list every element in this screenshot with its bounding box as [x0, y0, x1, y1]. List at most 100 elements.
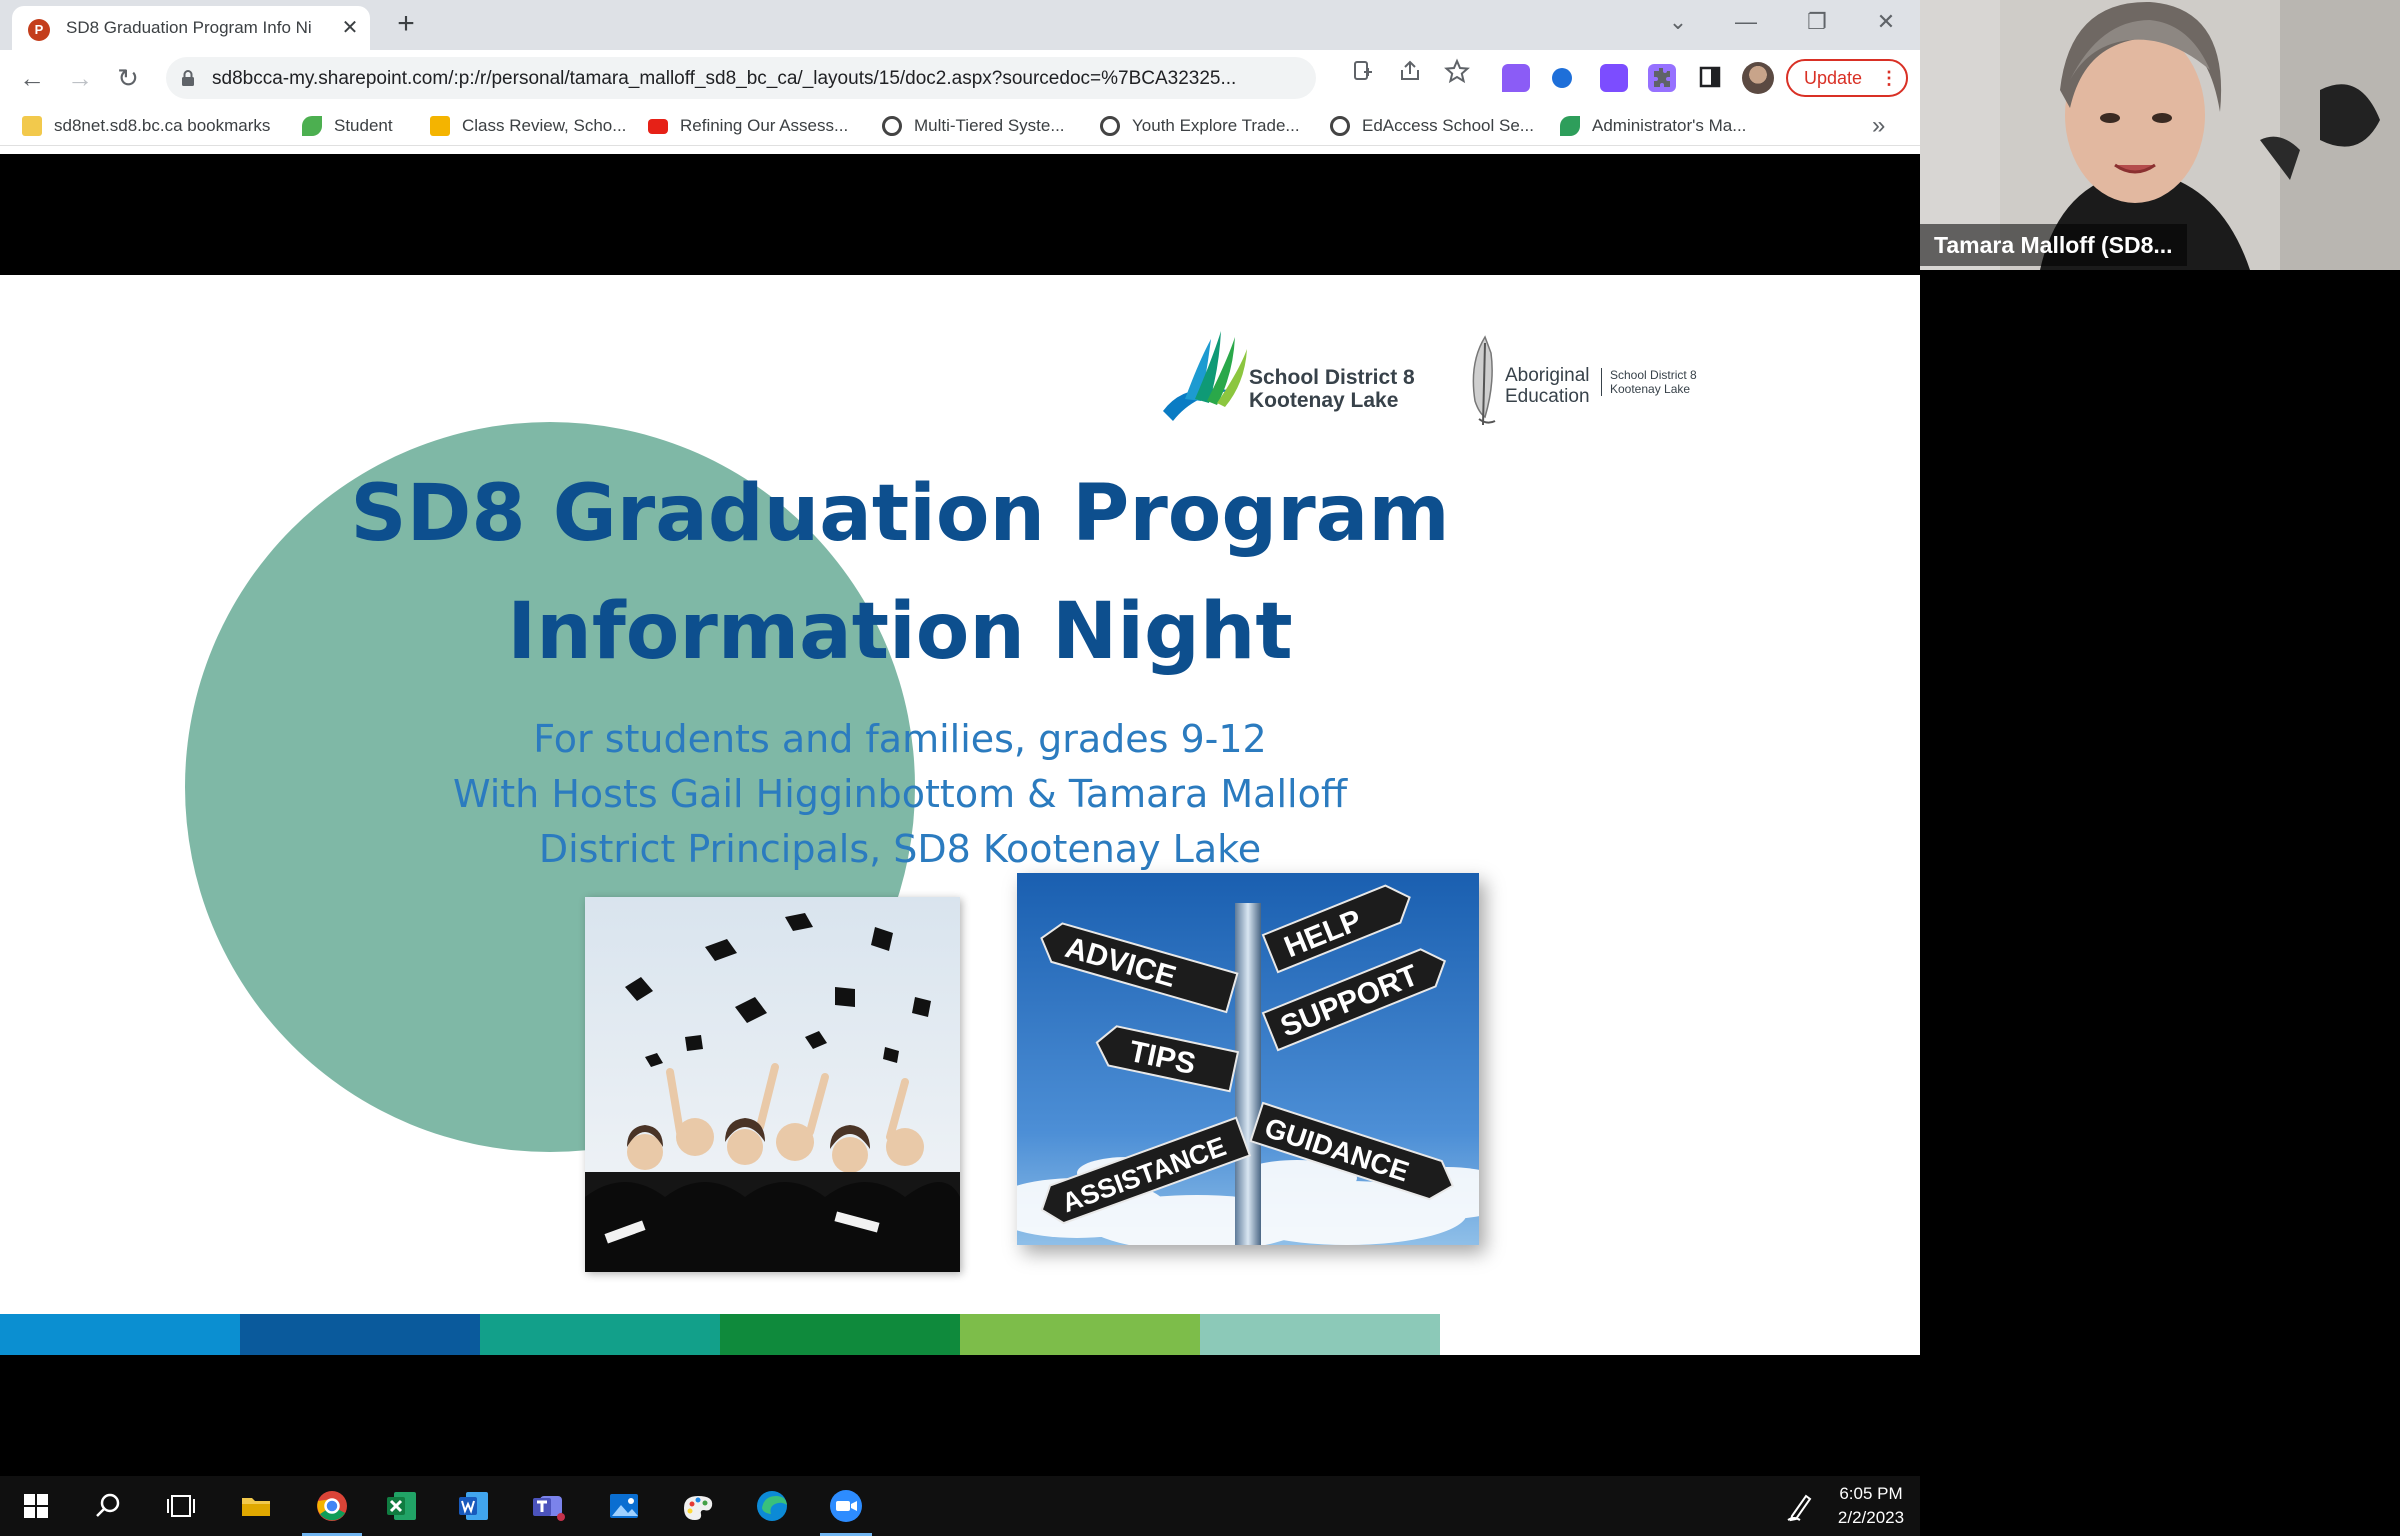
bookmark-label: Youth Explore Trade...	[1132, 116, 1300, 135]
bookmark-item[interactable]: EdAccess School Se...	[1330, 114, 1534, 138]
graduates-photo	[585, 897, 960, 1272]
profile-avatar[interactable]	[1742, 62, 1774, 94]
photos-icon[interactable]	[604, 1486, 644, 1526]
browser-toolbar: ← → ↻ sd8bcca-my.sharepoint.com/:p:/r/pe…	[0, 50, 1920, 106]
minimize-button[interactable]: —	[1726, 4, 1766, 40]
aboriginal-logo-sub2: Kootenay Lake	[1610, 382, 1691, 396]
tab-title: SD8 Graduation Program Info Ni	[66, 18, 312, 37]
sd8-logo-mark	[1163, 331, 1247, 421]
globe-icon	[1330, 116, 1350, 136]
globe-icon	[1100, 116, 1120, 136]
search-icon[interactable]	[88, 1486, 128, 1526]
task-view-icon[interactable]	[160, 1486, 200, 1526]
word-icon[interactable]	[454, 1486, 494, 1526]
bookmark-item[interactable]: Multi-Tiered Syste...	[882, 114, 1065, 138]
color-bar-segment	[480, 1314, 720, 1355]
share-icon[interactable]	[1397, 58, 1423, 84]
color-bar-segment	[1200, 1314, 1440, 1355]
powerpoint-icon: P	[28, 19, 50, 41]
back-button[interactable]: ←	[14, 60, 50, 96]
new-tab-button[interactable]: +	[390, 8, 422, 40]
bookmark-label: Refining Our Assess...	[680, 116, 849, 135]
update-label: Update	[1804, 68, 1863, 88]
clock-date: 2/2/2023	[1837, 1508, 1905, 1527]
color-bar-segment	[720, 1314, 960, 1355]
aboriginal-education-logo: Aboriginal Education School District 8 K…	[1465, 333, 1725, 443]
bookmark-star-icon[interactable]	[1444, 58, 1470, 84]
windows-start-icon[interactable]	[16, 1486, 56, 1526]
extensions-puzzle-icon[interactable]	[1649, 64, 1675, 90]
tab-strip: P SD8 Graduation Program Info Ni ✕ + ⌄ —…	[0, 0, 1920, 50]
slide: School District 8 Kootenay Lake Aborigin…	[0, 275, 1920, 1355]
sd8-logo-line2: Kootenay Lake	[1249, 389, 1399, 412]
signpost-photo: ADVICE HELP SUPPORT TIPS ASSISTANCE GUID…	[1017, 873, 1479, 1245]
bookmark-item[interactable]: Class Review, Scho...	[430, 114, 626, 138]
bookmark-label: Multi-Tiered Syste...	[914, 116, 1065, 135]
participant-video[interactable]: Tamara Malloff (SD8...	[1920, 0, 2400, 270]
bookmark-app-icon	[430, 116, 450, 136]
subtitle-line2: With Hosts Gail Higginbottom & Tamara Ma…	[452, 772, 1348, 816]
slide-title-line1: SD8 Graduation Program	[350, 469, 1450, 559]
edge-icon[interactable]	[752, 1486, 792, 1526]
tab-search-icon[interactable]: ⌄	[1658, 4, 1698, 40]
bookmark-label: Student	[334, 116, 393, 135]
bookmark-item[interactable]: Administrator's Ma...	[1560, 114, 1746, 138]
extension-icon[interactable]	[1600, 64, 1628, 92]
feather-icon	[1472, 335, 1496, 426]
youtube-icon	[648, 118, 668, 134]
globe-icon	[882, 116, 902, 136]
extension-icon[interactable]	[1502, 64, 1530, 92]
bookmark-item[interactable]: Student	[302, 114, 393, 138]
side-panel-icon[interactable]	[1697, 64, 1723, 90]
zoom-icon[interactable]	[826, 1486, 866, 1526]
bookmarks-overflow-icon[interactable]: »	[1872, 112, 1885, 140]
excel-icon[interactable]	[382, 1486, 422, 1526]
file-explorer-icon[interactable]	[236, 1486, 276, 1526]
extension-icon[interactable]	[1552, 68, 1572, 88]
sd8-logo: School District 8 Kootenay Lake	[1155, 321, 1415, 421]
clock-time: 6:05 PM	[1839, 1484, 1903, 1503]
aboriginal-logo-sub1: School District 8	[1610, 368, 1697, 382]
tab-close-icon[interactable]: ✕	[338, 16, 362, 40]
close-window-button[interactable]: ✕	[1866, 4, 1906, 40]
folder-icon	[22, 116, 42, 136]
aboriginal-logo-line1: Aboriginal	[1505, 365, 1590, 386]
presentation-viewer: School District 8 Kootenay Lake Aborigin…	[0, 154, 1920, 1355]
participant-name: Tamara Malloff (SD8...	[1920, 224, 2187, 266]
bookmark-label: EdAccess School Se...	[1362, 116, 1534, 135]
forward-button[interactable]: →	[62, 60, 98, 96]
browser-window: P SD8 Graduation Program Info Ni ✕ + ⌄ —…	[0, 0, 1920, 154]
more-menu-icon[interactable]: ⋮	[1880, 61, 1898, 95]
bookmark-label: Administrator's Ma...	[1592, 116, 1747, 135]
subtitle-line3: District Principals, SD8 Kootenay Lake	[538, 827, 1262, 871]
slide-title-line2: Information Night	[507, 587, 1293, 677]
color-bar-segment	[0, 1314, 240, 1355]
sd8-logo-line1: School District 8	[1249, 366, 1415, 389]
bookmark-item[interactable]: sd8net.sd8.bc.ca bookmarks	[22, 114, 270, 138]
bookmark-label: sd8net.sd8.bc.ca bookmarks	[54, 116, 271, 135]
tab-active[interactable]: P SD8 Graduation Program Info Ni ✕	[12, 6, 370, 50]
restore-button[interactable]: ❐	[1797, 4, 1837, 40]
bookmarks-bar: sd8net.sd8.bc.ca bookmarks Student Class…	[0, 106, 1920, 146]
slide-title: SD8 Graduation Program Information Night	[300, 455, 1500, 691]
bookmark-item[interactable]: Refining Our Assess...	[648, 114, 848, 138]
url-text[interactable]: sd8bcca-my.sharepoint.com/:p:/r/personal…	[212, 68, 1402, 90]
paint-icon[interactable]	[678, 1486, 718, 1526]
chrome-icon[interactable]	[312, 1486, 352, 1526]
leaf-icon	[302, 116, 322, 136]
windows-taskbar: 6:05 PM 2/2/2023	[0, 1476, 1920, 1536]
aboriginal-logo-line2: Education	[1505, 386, 1590, 407]
leaf-icon	[1560, 116, 1580, 136]
subtitle-line1: For students and families, grades 9-12	[533, 717, 1267, 761]
address-bar[interactable]: sd8bcca-my.sharepoint.com/:p:/r/personal…	[166, 57, 1316, 99]
install-app-icon[interactable]	[1350, 58, 1376, 84]
pen-icon[interactable]	[1780, 1486, 1820, 1526]
update-button[interactable]: Update ⋮	[1786, 59, 1908, 97]
bookmark-label: Class Review, Scho...	[462, 116, 627, 135]
teams-icon[interactable]	[528, 1486, 568, 1526]
lock-icon[interactable]	[178, 68, 198, 88]
system-clock[interactable]: 6:05 PM 2/2/2023	[1826, 1482, 1916, 1530]
color-bar-segment	[240, 1314, 480, 1355]
reload-button[interactable]: ↻	[110, 60, 146, 96]
bookmark-item[interactable]: Youth Explore Trade...	[1100, 114, 1300, 138]
